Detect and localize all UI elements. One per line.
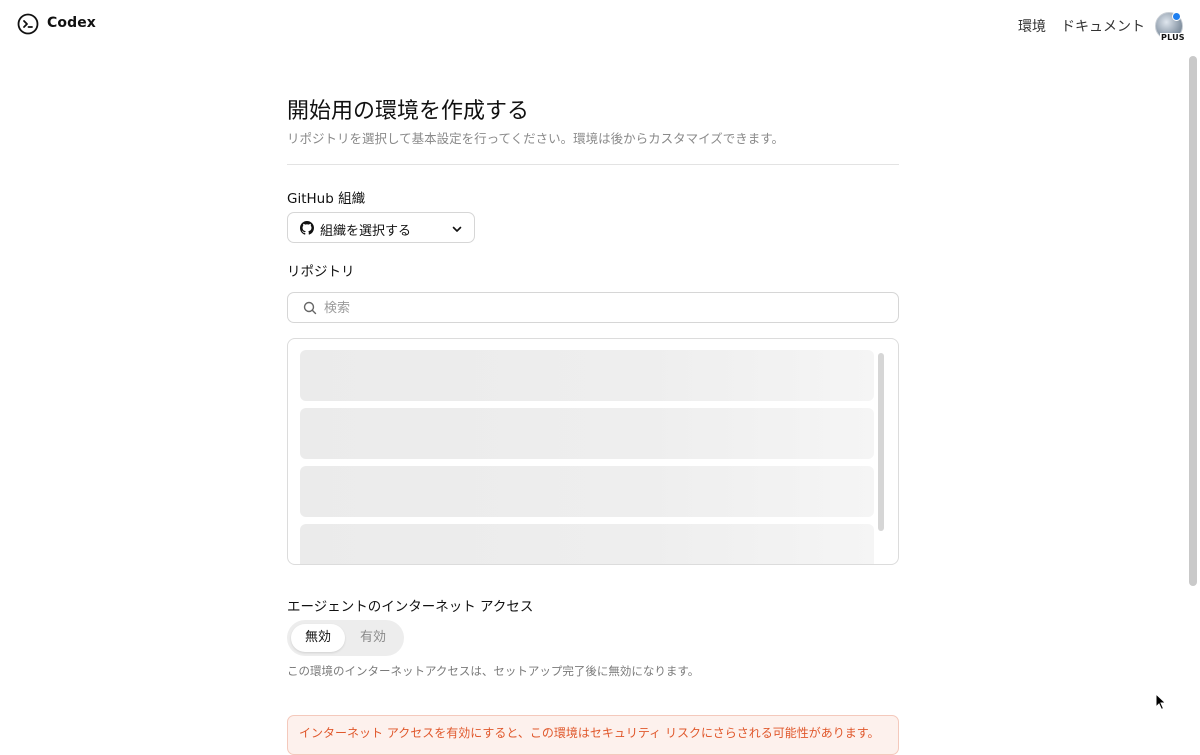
repo-list[interactable] <box>287 338 899 565</box>
notification-dot <box>1172 12 1181 21</box>
toggle-option-disabled[interactable]: 無効 <box>291 624 345 652</box>
security-warning-text: インターネット アクセスを有効にすると、この環境はセキュリティ リスクにさらされ… <box>299 726 880 740</box>
brand-name[interactable]: Codex <box>47 15 96 31</box>
nav-docs-link[interactable]: ドキュメント <box>1061 16 1145 36</box>
page-title: 開始用の環境を作成する <box>287 99 530 124</box>
mouse-pointer-icon <box>1155 693 1167 711</box>
repo-label: リポジトリ <box>287 264 355 280</box>
internet-access-label: エージェントのインターネット アクセス <box>287 599 534 615</box>
repo-list-scrollbar[interactable] <box>878 353 884 531</box>
nav-environments-link[interactable]: 環境 <box>1018 16 1046 36</box>
org-select-dropdown[interactable]: 組織を選択する <box>287 212 475 243</box>
repo-list-item-loading <box>300 350 874 401</box>
internet-access-help: この環境のインターネットアクセスは、セットアップ完了後に無効になります。 <box>287 664 700 678</box>
plan-badge: PLUS <box>1160 33 1186 42</box>
repo-search-box[interactable] <box>287 292 899 323</box>
org-select-value: 組織を選択する <box>320 224 412 239</box>
top-bar: Codex 環境 ドキュメント PLUS <box>0 0 1200 50</box>
chevron-down-icon <box>452 226 462 232</box>
github-icon <box>300 221 314 235</box>
toggle-option-enabled[interactable]: 有効 <box>347 624 399 652</box>
search-icon <box>303 301 317 315</box>
repo-list-item-loading <box>300 524 874 564</box>
section-divider <box>287 164 899 165</box>
org-label: GitHub 組織 <box>287 191 366 207</box>
page-scrollbar[interactable] <box>1189 56 1197 586</box>
repo-list-item-loading <box>300 466 874 517</box>
repo-list-item-loading <box>300 408 874 459</box>
security-warning: インターネット アクセスを有効にすると、この環境はセキュリティ リスクにさらされ… <box>287 715 899 755</box>
codex-logo-icon[interactable] <box>17 13 39 35</box>
internet-access-toggle: 無効 有効 <box>287 620 404 656</box>
repo-search-input[interactable] <box>324 298 864 318</box>
page-subtitle: リポジトリを選択して基本設定を行ってください。環境は後からカスタマイズできます。 <box>287 131 785 146</box>
